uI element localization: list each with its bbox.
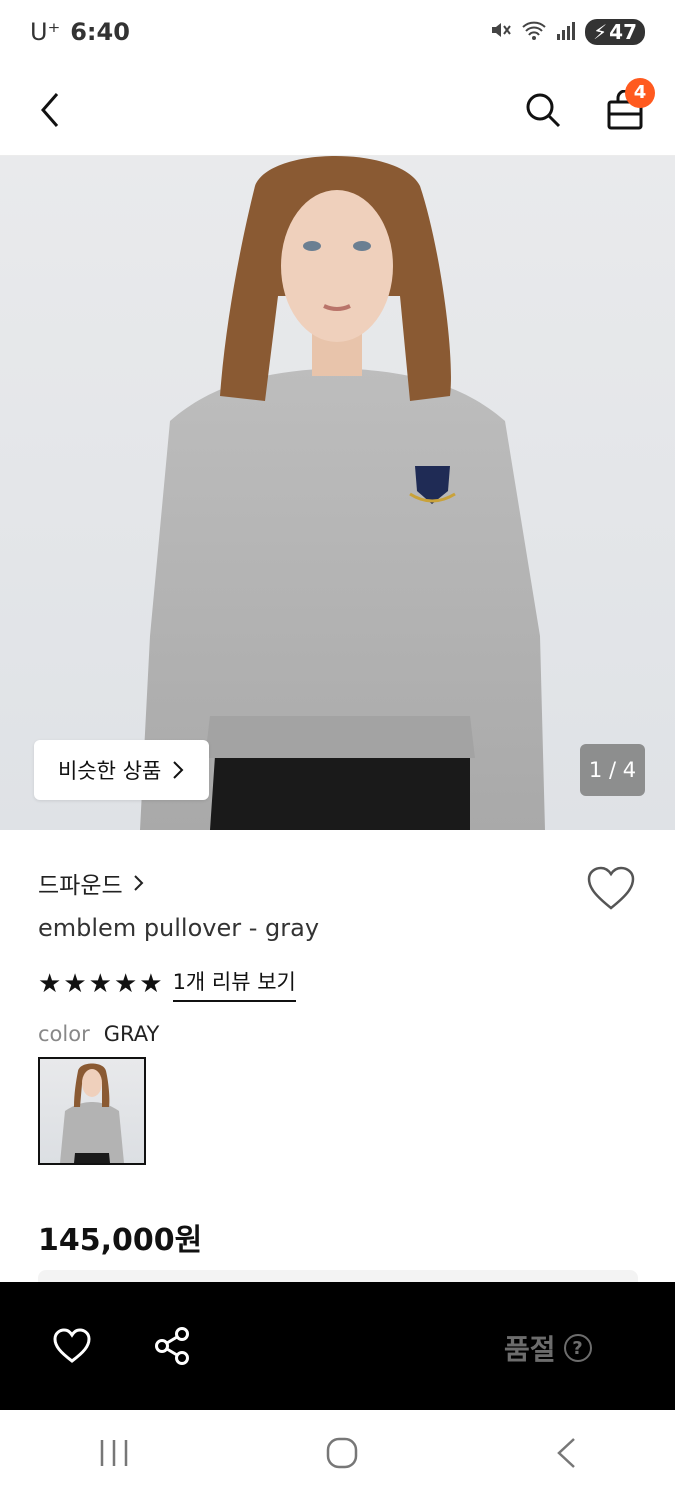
- product-image-carousel[interactable]: 비슷한 상품 1 / 4: [0, 156, 675, 830]
- signal-icon: [555, 18, 577, 46]
- chevron-right-icon: [173, 761, 184, 779]
- back-button[interactable]: [28, 88, 72, 132]
- rating-row: ★ ★ ★ ★ ★ 1개 리뷰 보기: [38, 966, 296, 1002]
- share-icon: [155, 1327, 189, 1365]
- home-button[interactable]: [325, 1436, 359, 1474]
- help-icon[interactable]: ?: [563, 1334, 592, 1362]
- status-bar: U⁺ 6:40 ⚡ 47: [0, 0, 675, 64]
- carrier-label: U⁺: [30, 18, 61, 46]
- image-page-indicator: 1 / 4: [580, 744, 645, 796]
- system-nav-bar: [0, 1410, 675, 1500]
- product-name: emblem pullover - gray: [38, 914, 320, 942]
- chevron-left-icon: [41, 92, 59, 127]
- cart-count-badge: 4: [625, 77, 655, 108]
- star-icon: ★: [38, 969, 62, 999]
- back-arrow-icon: [556, 1438, 575, 1468]
- similar-products-label: 비슷한 상품: [58, 759, 162, 783]
- product-price: 145,000원: [38, 1223, 203, 1258]
- home-icon: [327, 1437, 358, 1469]
- star-icon: ★: [113, 969, 138, 999]
- recent-apps-icon: [100, 1440, 128, 1466]
- nav-actions: 4: [521, 77, 655, 132]
- sold-out-button[interactable]: 품절 ?: [504, 1328, 592, 1368]
- wishlist-button[interactable]: [586, 866, 636, 912]
- battery-indicator: ⚡ 47: [585, 19, 645, 45]
- star-icon: ★: [88, 969, 112, 999]
- top-nav: 4: [0, 64, 675, 156]
- color-swatch-gray[interactable]: [38, 1057, 146, 1165]
- mute-icon: [489, 18, 513, 46]
- action-icons: [50, 1324, 194, 1368]
- brand-name: 드파운드: [38, 873, 123, 899]
- search-button[interactable]: [521, 88, 565, 132]
- sold-out-label: 품절: [504, 1333, 556, 1366]
- bolt-icon: ⚡: [593, 20, 608, 44]
- search-icon: [526, 93, 561, 127]
- battery-level: 47: [609, 20, 637, 44]
- system-back-button[interactable]: [554, 1436, 578, 1474]
- swatch-thumbnail: [60, 1063, 124, 1163]
- share-button[interactable]: [150, 1324, 194, 1368]
- status-right: ⚡ 47: [489, 18, 645, 46]
- chevron-right-icon: [133, 875, 144, 891]
- review-link[interactable]: 1개 리뷰 보기: [172, 966, 296, 1002]
- similar-products-button[interactable]: 비슷한 상품: [34, 740, 210, 800]
- star-icon: ★: [63, 969, 87, 999]
- color-label: color: [38, 1022, 90, 1046]
- cart-button[interactable]: 4: [603, 77, 655, 132]
- color-row: color GRAY: [38, 1022, 159, 1046]
- star-icon: ★: [139, 969, 163, 999]
- heart-icon: [587, 866, 635, 910]
- color-value: GRAY: [103, 1022, 160, 1046]
- status-left: U⁺ 6:40: [30, 18, 130, 46]
- wifi-icon: [521, 18, 547, 46]
- star-rating: ★ ★ ★ ★ ★: [38, 971, 163, 997]
- status-time: 6:40: [70, 18, 130, 46]
- like-button[interactable]: [50, 1324, 94, 1368]
- product-photo: [140, 156, 545, 830]
- brand-link[interactable]: 드파운드: [38, 866, 145, 900]
- heart-icon: [53, 1328, 91, 1363]
- recent-apps-button[interactable]: [97, 1438, 131, 1472]
